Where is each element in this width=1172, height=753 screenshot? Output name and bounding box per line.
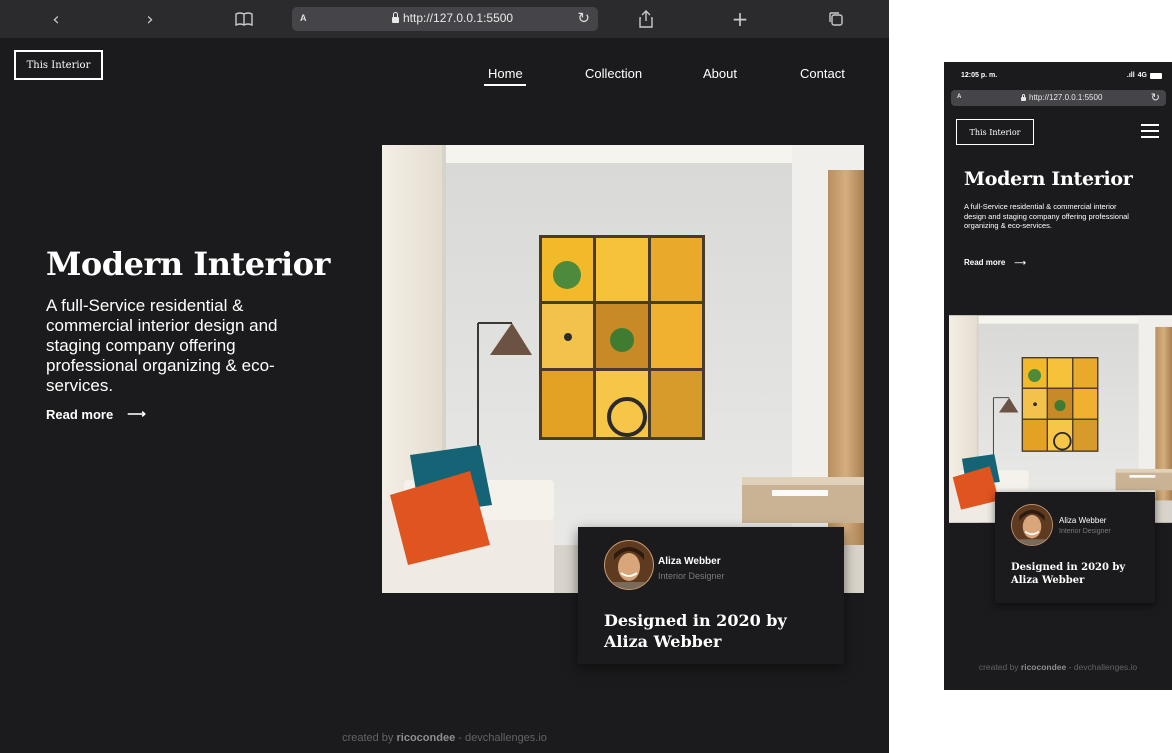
site-logo[interactable]: This Interior bbox=[14, 50, 103, 80]
hero-image bbox=[382, 145, 864, 593]
nav-collection[interactable]: Collection bbox=[585, 66, 642, 81]
designer-card: Aliza Webber Interior Designer Designed … bbox=[578, 527, 844, 664]
designer-name: Aliza Webber bbox=[1059, 516, 1107, 525]
nav-contact[interactable]: Contact bbox=[800, 66, 845, 81]
hero-description: A full-Service residential & commercial … bbox=[964, 202, 1129, 230]
designer-role: Interior Designer bbox=[658, 571, 725, 581]
bookmarks-icon[interactable] bbox=[232, 0, 256, 38]
hero-title: Modern Interior bbox=[46, 245, 330, 283]
read-more-label: Read more bbox=[46, 406, 114, 422]
url-text: http://127.0.0.1:5500 bbox=[403, 11, 514, 25]
status-bar: 12:05 p. m. .ıll 4G bbox=[944, 62, 1172, 88]
url-text: http://127.0.0.1:5500 bbox=[1029, 93, 1103, 102]
read-more-label: Read more bbox=[964, 258, 1006, 267]
tablet-screen: ‹ › A http://127.0.0.1:5500 ↻ + This Int… bbox=[0, 0, 889, 753]
nav-home[interactable]: Home bbox=[488, 66, 523, 81]
nav-about[interactable]: About bbox=[703, 66, 737, 81]
new-tab-icon[interactable]: + bbox=[730, 0, 750, 38]
reload-icon[interactable]: ↻ bbox=[577, 9, 590, 27]
tabs-icon[interactable] bbox=[826, 0, 846, 38]
footer-author[interactable]: ricocondee bbox=[1021, 662, 1066, 672]
footer-suffix: - devchallenges.io bbox=[458, 732, 547, 744]
read-more-link[interactable]: Read more ⟶ bbox=[964, 258, 1026, 267]
lock-icon bbox=[392, 11, 399, 23]
signal-icon: .ıll bbox=[1126, 72, 1135, 79]
read-more-link[interactable]: Read more ⟶ bbox=[46, 406, 146, 422]
hero-description: A full-Service residential & commercial … bbox=[46, 296, 278, 395]
browser-toolbar: ‹ › A http://127.0.0.1:5500 ↻ + bbox=[0, 0, 889, 38]
avatar bbox=[604, 540, 654, 590]
designer-name: Aliza Webber bbox=[658, 556, 721, 567]
footer: created by ricocondee - devchallenges.io bbox=[944, 662, 1172, 672]
battery-icon bbox=[1150, 72, 1162, 79]
footer-author[interactable]: ricocondee bbox=[397, 732, 456, 744]
network-label: 4G bbox=[1137, 72, 1147, 79]
share-icon[interactable] bbox=[636, 0, 656, 38]
nav-active-indicator bbox=[484, 84, 526, 86]
arrow-right-icon: ⟶ bbox=[1014, 258, 1026, 267]
phone-screen: 12:05 p. m. .ıll 4G A http://127.0.0.1:55… bbox=[944, 62, 1172, 690]
footer-prefix: created by bbox=[978, 662, 1019, 672]
back-icon[interactable]: ‹ bbox=[46, 0, 66, 38]
address-bar[interactable]: A http://127.0.0.1:5500 ↻ bbox=[292, 7, 598, 31]
card-title: Designed in 2020 by Aliza Webber bbox=[604, 611, 787, 651]
text-size-button[interactable]: A bbox=[957, 94, 961, 100]
forward-icon[interactable]: › bbox=[140, 0, 160, 38]
card-title: Designed in 2020 by Aliza Webber bbox=[1011, 562, 1126, 586]
text-size-button[interactable]: A bbox=[300, 13, 307, 23]
footer-prefix: created by bbox=[342, 732, 394, 744]
avatar bbox=[1011, 504, 1053, 546]
address-bar[interactable]: A http://127.0.0.1:5500 ↻ bbox=[951, 90, 1166, 106]
status-time: 12:05 p. m. bbox=[961, 72, 998, 79]
designer-role: Interior Designer bbox=[1059, 528, 1111, 535]
footer: created by ricocondee - devchallenges.io bbox=[0, 732, 889, 744]
lock-icon bbox=[1021, 93, 1026, 101]
hero-title: Modern Interior bbox=[964, 168, 1133, 190]
hamburger-menu-icon[interactable] bbox=[1141, 124, 1159, 138]
reload-icon[interactable]: ↻ bbox=[1151, 91, 1160, 104]
footer-suffix: - devchallenges.io bbox=[1068, 662, 1138, 672]
site-logo[interactable]: This Interior bbox=[956, 119, 1034, 145]
arrow-right-icon: ⟶ bbox=[127, 406, 146, 421]
designer-card: Aliza Webber Interior Designer Designed … bbox=[995, 492, 1155, 603]
